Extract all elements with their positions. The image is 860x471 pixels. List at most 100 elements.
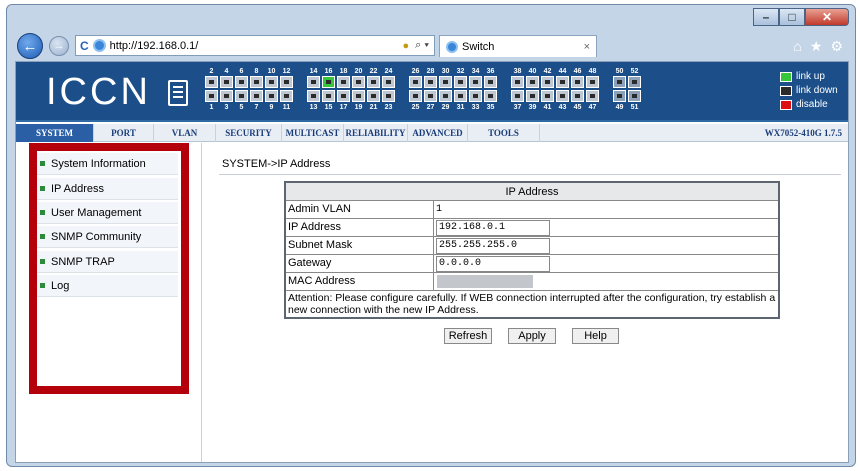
port-14-icon[interactable] [307,76,320,88]
port-6-icon[interactable] [235,76,248,88]
port-9-icon[interactable] [265,90,278,102]
port-48-icon[interactable] [586,76,599,88]
port-number: 6 [239,68,244,75]
gear-icon[interactable]: ⚙ [830,38,843,55]
port-32-icon[interactable] [454,76,467,88]
port-24-icon[interactable] [382,76,395,88]
port-35-icon[interactable] [484,90,497,102]
port-11-icon[interactable] [280,90,293,102]
port-15-icon[interactable] [322,90,335,102]
firmware-version: WX7052-410G 1.7.5 [764,127,842,138]
port-49-icon[interactable] [613,90,626,102]
page-content: ICCN 2 4 6 8 10 12 1 3 5 7 9 11 14 16 18 20 22 24 13 15 17 19… [15,61,849,463]
port-16-icon[interactable] [322,76,335,88]
refresh-button[interactable]: Refresh [444,328,492,344]
port-30-icon[interactable] [439,76,452,88]
table-row: Gateway [286,255,778,273]
menu-tools[interactable]: TOOLS [468,123,540,142]
port-40-icon[interactable] [526,76,539,88]
port-34-icon[interactable] [469,76,482,88]
port-18-icon[interactable] [337,76,350,88]
address-url[interactable]: http://192.168.0.1/ [110,40,199,52]
port-25-icon[interactable] [409,90,422,102]
port-28-icon[interactable] [424,76,437,88]
minimize-button[interactable]: – [753,8,779,26]
port-2-icon[interactable] [205,76,218,88]
port-3-icon[interactable] [220,90,233,102]
arrow-right-icon: → [53,40,65,52]
browser-tab[interactable]: Switch × [439,35,597,57]
port-52-icon[interactable] [628,76,641,88]
port-31-icon[interactable] [454,90,467,102]
port-37-icon[interactable] [511,90,524,102]
port-8-icon[interactable] [250,76,263,88]
apply-button[interactable]: Apply [508,328,556,344]
port-number: 47 [588,104,597,111]
port-10-icon[interactable] [265,76,278,88]
menu-system[interactable]: SYSTEM [16,123,94,142]
port-number: 21 [369,104,378,111]
subnet-mask-input[interactable] [436,237,550,254]
port-51-icon[interactable] [628,90,641,102]
port-26-icon[interactable] [409,76,422,88]
port-number: 45 [573,104,582,111]
menu-security[interactable]: SECURITY [216,123,282,142]
port-7-icon[interactable] [250,90,263,102]
port-50-icon[interactable] [613,76,626,88]
forward-button[interactable]: → [49,36,69,56]
port-23-icon[interactable] [382,90,395,102]
back-button[interactable]: ← [17,33,43,59]
port-number: 39 [528,104,537,111]
port-12-icon[interactable] [280,76,293,88]
port-36-icon[interactable] [484,76,497,88]
ip-address-input[interactable] [436,219,550,236]
port-46-icon[interactable] [571,76,584,88]
port-19-icon[interactable] [352,90,365,102]
menu-multicast[interactable]: MULTICAST [282,123,344,142]
port-21-icon[interactable] [367,90,380,102]
port-39-icon[interactable] [526,90,539,102]
subnet-mask-label: Subnet Mask [286,237,434,254]
port-45-icon[interactable] [571,90,584,102]
port-33-icon[interactable] [469,90,482,102]
arrow-left-icon: ← [22,37,38,55]
port-22-icon[interactable] [367,76,380,88]
port-42-icon[interactable] [541,76,554,88]
refresh-icon[interactable]: C [80,39,89,53]
navigation-bar: ← → C http://192.168.0.1/ ● ⌕ ▾ Switch ×… [7,31,855,61]
port-number: 52 [630,68,639,75]
home-icon[interactable]: ⌂ [793,38,801,55]
search-icon[interactable]: ⌕ ▾ [415,39,429,52]
maximize-button[interactable]: □ [779,8,805,26]
mac-address-label: MAC Address [286,273,434,290]
port-17-icon[interactable] [337,90,350,102]
port-1-icon[interactable] [205,90,218,102]
port-number: 37 [513,104,522,111]
port-13-icon[interactable] [307,90,320,102]
compat-view-icon[interactable]: ● [403,40,410,52]
tab-close-icon[interactable]: × [584,41,590,53]
menu-port[interactable]: PORT [94,123,154,142]
close-window-button[interactable]: ✕ [805,8,849,26]
port-27-icon[interactable] [424,90,437,102]
gateway-input[interactable] [436,255,550,272]
port-number: 35 [486,104,495,111]
port-38-icon[interactable] [511,76,524,88]
menu-advanced[interactable]: ADVANCED [408,123,468,142]
address-bar[interactable]: C http://192.168.0.1/ ● ⌕ ▾ [75,35,435,56]
port-29-icon[interactable] [439,90,452,102]
port-20-icon[interactable] [352,76,365,88]
help-button[interactable]: Help [572,328,619,344]
favorites-star-icon[interactable]: ★ [810,38,823,55]
port-41-icon[interactable] [541,90,554,102]
port-number: 10 [267,68,276,75]
port-44-icon[interactable] [556,76,569,88]
port-number: 2 [209,68,214,75]
menu-vlan[interactable]: VLAN [154,123,216,142]
port-47-icon[interactable] [586,90,599,102]
port-5-icon[interactable] [235,90,248,102]
port-group: 2 4 6 8 10 12 1 3 5 7 9 11 [204,68,294,112]
menu-reliability[interactable]: RELIABILITY [344,123,408,142]
port-43-icon[interactable] [556,90,569,102]
port-4-icon[interactable] [220,76,233,88]
